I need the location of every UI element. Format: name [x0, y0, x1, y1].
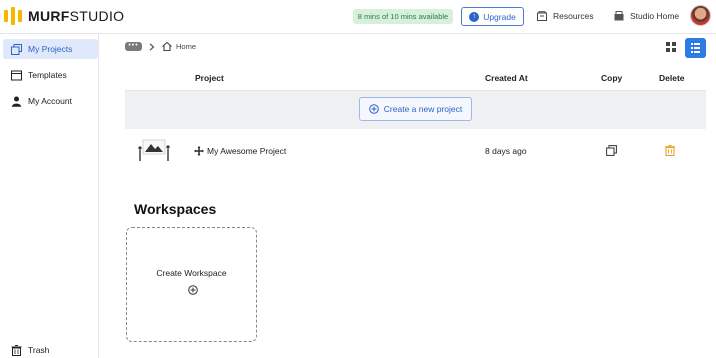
breadcrumb-home-label: Home: [176, 42, 197, 51]
studio-home-icon: [614, 11, 624, 21]
sidebar-item-templates[interactable]: Templates: [3, 65, 98, 85]
upgrade-button[interactable]: ↑ Upgrade: [461, 7, 524, 26]
delete-icon[interactable]: [665, 145, 675, 156]
column-header-created-at[interactable]: Created At: [485, 73, 528, 83]
sidebar-item-my-account[interactable]: My Account: [3, 91, 98, 111]
sidebar-item-label: My Projects: [28, 44, 73, 54]
murf-logo[interactable]: MURFSTUDIO: [4, 7, 124, 25]
project-created-at: 8 days ago: [485, 146, 527, 156]
create-project-label: Create a new project: [383, 104, 463, 114]
upgrade-label: Upgrade: [483, 11, 516, 22]
column-header-delete: Delete: [659, 73, 685, 83]
projects-icon: [11, 43, 22, 55]
brand-name: MURFSTUDIO: [28, 8, 125, 24]
list-view-button[interactable]: [685, 38, 706, 58]
murf-logo-icon: [4, 7, 22, 25]
top-bar: MURFSTUDIO 8 mins of 10 mins available ↑…: [0, 0, 716, 34]
account-icon: [11, 96, 22, 107]
trash-icon: [11, 344, 22, 356]
sidebar-item-my-projects[interactable]: My Projects: [3, 39, 98, 59]
sidebar-item-label: My Account: [28, 96, 72, 106]
column-header-project[interactable]: Project: [195, 73, 224, 83]
breadcrumb: ••• Home: [125, 42, 196, 51]
workspaces-heading: Workspaces: [134, 201, 217, 217]
sidebar-item-label: Templates: [28, 70, 67, 80]
sidebar: My Projects Templates My Account Trash: [0, 34, 99, 358]
usage-badge: 8 mins of 10 mins available: [353, 9, 453, 24]
home-icon: [162, 42, 172, 51]
create-workspace-card[interactable]: Create Workspace: [126, 227, 257, 342]
grid-view-button[interactable]: [664, 40, 678, 54]
list-view-icon: [691, 43, 700, 53]
column-header-copy: Copy: [601, 73, 623, 83]
resources-link[interactable]: Resources: [537, 11, 594, 21]
studio-home-label: Studio Home: [630, 11, 680, 21]
main-content: ••• Home Project Created At Copy Delete: [99, 34, 716, 358]
project-name[interactable]: My Awesome Project: [207, 146, 286, 156]
plus-circle-icon: [368, 104, 379, 114]
sidebar-item-label: Trash: [28, 345, 50, 355]
chevron-right-icon: [149, 42, 155, 51]
create-project-button[interactable]: Create a new project: [359, 97, 472, 121]
studio-home-link[interactable]: Studio Home: [614, 11, 679, 21]
breadcrumb-home[interactable]: Home: [162, 42, 196, 51]
more-options-button[interactable]: •••: [125, 42, 142, 51]
move-icon[interactable]: [194, 146, 204, 156]
table-row[interactable]: My Awesome Project 8 days ago: [125, 133, 706, 169]
create-workspace-label: Create Workspace: [156, 268, 227, 278]
upgrade-icon: ↑: [469, 11, 480, 22]
resources-label: Resources: [553, 11, 594, 21]
grid-view-icon: [666, 42, 676, 52]
user-avatar[interactable]: [690, 5, 711, 26]
project-thumbnail: [138, 139, 170, 161]
resources-icon: [537, 11, 547, 21]
copy-icon[interactable]: [606, 145, 617, 156]
sidebar-item-trash[interactable]: Trash: [3, 340, 98, 358]
templates-icon: [11, 70, 22, 80]
plus-circle-icon: [188, 285, 198, 295]
